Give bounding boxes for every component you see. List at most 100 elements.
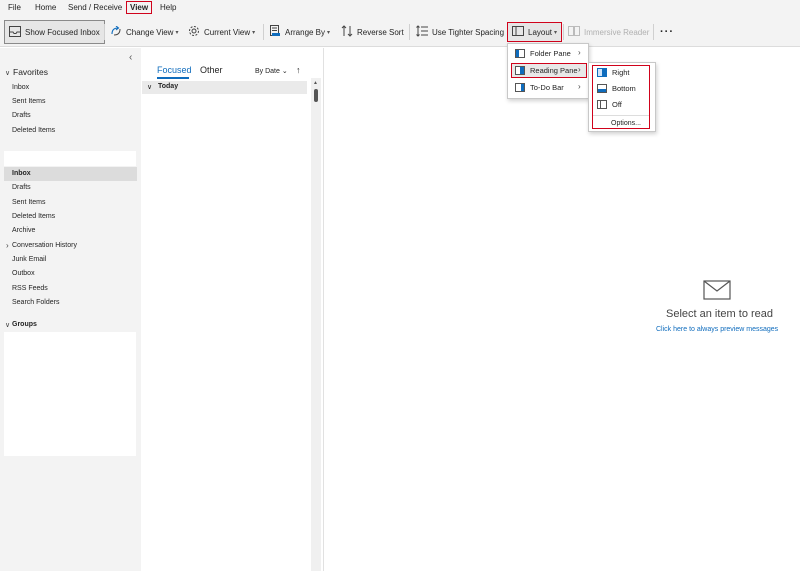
menu-home[interactable]: Home [35, 3, 56, 12]
change-view-label: Change View [126, 27, 174, 37]
ribbon-separator [653, 24, 654, 40]
folder-pane-icon [515, 49, 525, 58]
group-label-today: Today [158, 83, 179, 90]
chevron-down-icon: ▾ [252, 29, 256, 36]
menu-item-todo-bar[interactable]: To-Do Bar [515, 83, 564, 92]
layout-icon [512, 26, 524, 38]
scrollbar-thumb[interactable] [314, 89, 318, 102]
menu-item-right[interactable]: Right [597, 68, 630, 77]
folder-junk-email[interactable]: Junk Email [12, 256, 46, 263]
folder-sent-items[interactable]: Sent Items [12, 199, 45, 206]
folder-rss-feeds[interactable]: RSS Feeds [12, 285, 48, 292]
sort-arrows-icon [341, 25, 353, 39]
reading-right-icon [597, 68, 607, 77]
tighter-spacing-label: Use Tighter Spacing [432, 27, 505, 37]
reverse-sort-button[interactable]: Reverse Sort [341, 23, 404, 41]
sort-direction-icon[interactable]: ↑ [296, 65, 301, 75]
change-view-button[interactable]: Change View ▾ [110, 23, 178, 41]
scrollbar-track[interactable] [311, 78, 321, 571]
layout-label: Layout [528, 27, 553, 37]
favorite-sent-items[interactable]: Sent Items [12, 98, 45, 105]
favorite-inbox[interactable]: Inbox [12, 84, 29, 91]
menu-divider [593, 115, 649, 116]
show-focused-inbox-button[interactable]: Show Focused Inbox [4, 20, 105, 44]
ribbon-separator [263, 24, 264, 40]
group-header-today[interactable]: ∨ Today [142, 81, 307, 94]
menu-item-folder-pane[interactable]: Folder Pane [515, 49, 571, 58]
folder-pane: ‹ ∨ Favorites Inbox Sent Items Drafts De… [0, 48, 141, 571]
scroll-up-icon[interactable]: ▲ [313, 80, 318, 86]
folder-pane-label: Folder Pane [530, 49, 571, 58]
folder-outbox[interactable]: Outbox [12, 270, 35, 277]
menu-file[interactable]: File [8, 3, 21, 12]
message-list: Focused Other By Date ⌄ ↑ ∨ Today ▲ [141, 48, 324, 571]
chevron-right-icon: › [578, 82, 581, 91]
menu-item-bottom[interactable]: Bottom [597, 84, 636, 93]
ribbon-separator [563, 24, 564, 40]
menu-help[interactable]: Help [160, 3, 176, 12]
chevron-down-icon: ▾ [175, 29, 179, 36]
groups-header[interactable]: Groups [12, 321, 37, 328]
folder-inbox[interactable]: Inbox [12, 170, 31, 177]
favorite-deleted-items[interactable]: Deleted Items [12, 127, 55, 134]
folder-archive[interactable]: Archive [12, 227, 35, 234]
arrange-icon [270, 25, 281, 39]
menu-item-off[interactable]: Off [597, 100, 622, 109]
change-view-icon [110, 25, 122, 39]
groups-list [4, 332, 136, 456]
layout-button[interactable]: Layout ▾ [507, 22, 563, 42]
account-header[interactable] [4, 151, 136, 166]
chevron-down-icon: ∨ [147, 84, 153, 91]
todo-bar-label: To-Do Bar [530, 83, 564, 92]
folder-deleted-items[interactable]: Deleted Items [12, 213, 55, 220]
chevron-down-icon[interactable]: ∨ [5, 69, 10, 77]
menu-item-reading-pane[interactable]: Reading Pane › [511, 63, 587, 78]
todo-bar-icon [515, 83, 525, 92]
inbox-icon [9, 25, 21, 39]
always-preview-link[interactable]: Click here to always preview messages [656, 326, 778, 333]
folder-search-folders[interactable]: Search Folders [12, 299, 59, 306]
layout-menu: Folder Pane › Reading Pane › To-Do Bar › [507, 43, 589, 99]
menu-item-options[interactable]: Options... [611, 120, 641, 127]
chevron-down-icon: ⌄ [281, 68, 288, 75]
tab-focused[interactable]: Focused [157, 65, 192, 75]
ribbon-separator [409, 24, 410, 40]
ribbon-separator [104, 24, 105, 40]
tab-focused-underline [157, 77, 189, 79]
menu-view[interactable]: View [126, 1, 153, 14]
off-label: Off [612, 100, 622, 109]
sort-label: By Date [255, 68, 280, 75]
tab-other[interactable]: Other [200, 65, 223, 75]
menu-bar: File Home Send / Receive View Help [0, 0, 800, 17]
line-spacing-icon [416, 25, 428, 39]
bottom-label: Bottom [612, 84, 636, 93]
right-label: Right [612, 68, 630, 77]
immersive-reader-button[interactable]: Immersive Reader [568, 23, 649, 41]
chevron-down-icon[interactable]: ∨ [5, 321, 10, 329]
folder-conversation-history[interactable]: Conversation History [12, 242, 77, 249]
chevron-right-icon[interactable]: › [6, 241, 9, 250]
arrange-by-button[interactable]: Arrange By ▾ [270, 23, 330, 41]
chevron-right-icon: › [578, 48, 581, 57]
collapse-pane-icon[interactable]: ‹ [129, 52, 132, 63]
chevron-right-icon: › [578, 65, 581, 74]
immersive-reader-icon [568, 26, 580, 38]
current-view-button[interactable]: Current View ▾ [188, 23, 255, 41]
sort-by-date-button[interactable]: By Date ⌄ [255, 67, 288, 75]
current-view-label: Current View [204, 27, 251, 37]
reading-pane-submenu: Right Bottom Off Options... [588, 62, 656, 132]
favorites-header[interactable]: Favorites [13, 67, 48, 77]
arrange-by-label: Arrange By [285, 27, 326, 37]
more-options-button[interactable]: ··· [660, 23, 674, 41]
reverse-sort-label: Reverse Sort [357, 27, 404, 37]
reading-pane: Select an item to read Click here to alw… [324, 48, 800, 571]
reading-pane-icon [515, 66, 525, 75]
menu-send-receive[interactable]: Send / Receive [68, 3, 122, 12]
folder-drafts[interactable]: Drafts [12, 184, 31, 191]
immersive-reader-label: Immersive Reader [584, 27, 650, 37]
favorite-drafts[interactable]: Drafts [12, 112, 31, 119]
reading-bottom-icon [597, 84, 607, 93]
tighter-spacing-button[interactable]: Use Tighter Spacing [416, 23, 504, 41]
ribbon: Show Focused Inbox Change View ▾ Current … [0, 17, 800, 47]
empty-reading-title: Select an item to read [666, 308, 774, 320]
